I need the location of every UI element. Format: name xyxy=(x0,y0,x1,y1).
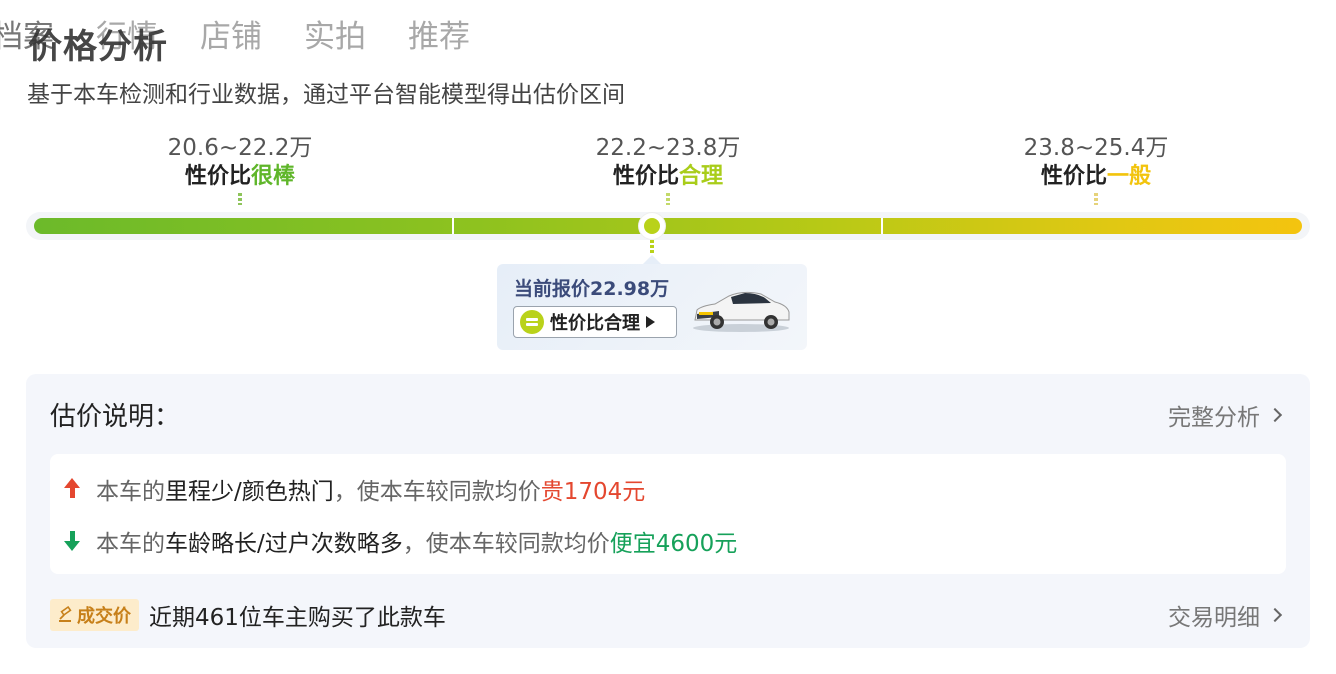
range-rating: 性价比合理 xyxy=(612,164,724,189)
range-price: 23.8~25.4万 xyxy=(1023,135,1169,161)
tab-store[interactable]: 店铺 xyxy=(200,16,262,58)
range-dots xyxy=(238,193,242,205)
factor-detail: 车龄略长/过户次数略多 xyxy=(165,531,403,557)
equal-icon xyxy=(520,310,544,334)
deal-price-badge: 成交价 xyxy=(50,599,139,631)
price-range-average: 23.8~25.4万 性价比一般 xyxy=(976,133,1216,205)
factor-row-down: 本车的 车龄略长/过户次数略多 ，使本车较同款均价 便宜4600元 xyxy=(62,524,737,558)
range-dots xyxy=(666,193,670,205)
segment-divider xyxy=(452,218,454,234)
range-price: 22.2~23.8万 xyxy=(595,135,741,161)
range-level: 很棒 xyxy=(251,164,296,189)
current-price-marker xyxy=(639,213,665,239)
car-image xyxy=(693,291,790,332)
marker-dots xyxy=(650,240,654,254)
deal-text: 近期461位车主购买了此款车 xyxy=(149,605,446,631)
chevron-right-icon xyxy=(1267,407,1283,423)
current-price-card[interactable]: 当前报价22.98万 性价比合理 xyxy=(497,255,807,350)
price-range-fair: 22.2~23.8万 性价比合理 xyxy=(548,133,788,205)
rating-pill-button[interactable]: 性价比合理 xyxy=(513,306,677,338)
valuation-heading: 估价说明： xyxy=(50,402,181,432)
range-rating: 性价比很棒 xyxy=(184,164,296,189)
full-analysis-link[interactable]: 完整分析 xyxy=(1168,398,1283,432)
price-scale xyxy=(26,212,1310,240)
valuation-factors: 本车的 里程少/颜色热门 ，使本车较同款均价 贵1704元 本车的 车龄略长/过… xyxy=(50,454,1286,574)
segment-divider xyxy=(881,218,883,234)
play-arrow-icon xyxy=(646,316,655,328)
current-price-label: 当前报价22.98万 xyxy=(514,278,670,300)
arrow-up-icon xyxy=(62,474,84,504)
price-gradient-bar xyxy=(34,218,1302,234)
tab-photos[interactable]: 实拍 xyxy=(304,16,366,58)
page-title: 价格分析 xyxy=(28,27,168,67)
range-level: 合理 xyxy=(679,164,724,189)
range-price: 20.6~22.2万 xyxy=(167,135,313,161)
arrow-down-icon xyxy=(62,526,84,556)
chevron-right-icon xyxy=(1267,607,1283,623)
price-range-great: 20.6~22.2万 性价比很棒 xyxy=(120,133,360,205)
hammer-icon xyxy=(59,606,72,622)
range-rating: 性价比一般 xyxy=(1040,164,1152,189)
tab-recommend[interactable]: 推荐 xyxy=(408,16,470,58)
page-subtitle: 基于本车检测和行业数据，通过平台智能模型得出估价区间 xyxy=(27,82,625,108)
price-delta: 便宜4600元 xyxy=(609,531,738,557)
factor-detail: 里程少/颜色热门 xyxy=(165,479,334,505)
valuation-panel: 估价说明： 完整分析 本车的 里程少/颜色热门 ，使本车较同款均价 贵1704元… xyxy=(26,374,1310,648)
transaction-details-link[interactable]: 交易明细 xyxy=(1168,598,1283,632)
rating-pill-label: 性价比合理 xyxy=(550,313,640,334)
range-dots xyxy=(1094,193,1098,205)
deal-summary: 成交价 近期461位车主购买了此款车 xyxy=(50,598,446,632)
factor-row-up: 本车的 里程少/颜色热门 ，使本车较同款均价 贵1704元 xyxy=(62,472,645,506)
price-delta: 贵1704元 xyxy=(540,479,646,505)
range-level: 一般 xyxy=(1107,164,1152,189)
